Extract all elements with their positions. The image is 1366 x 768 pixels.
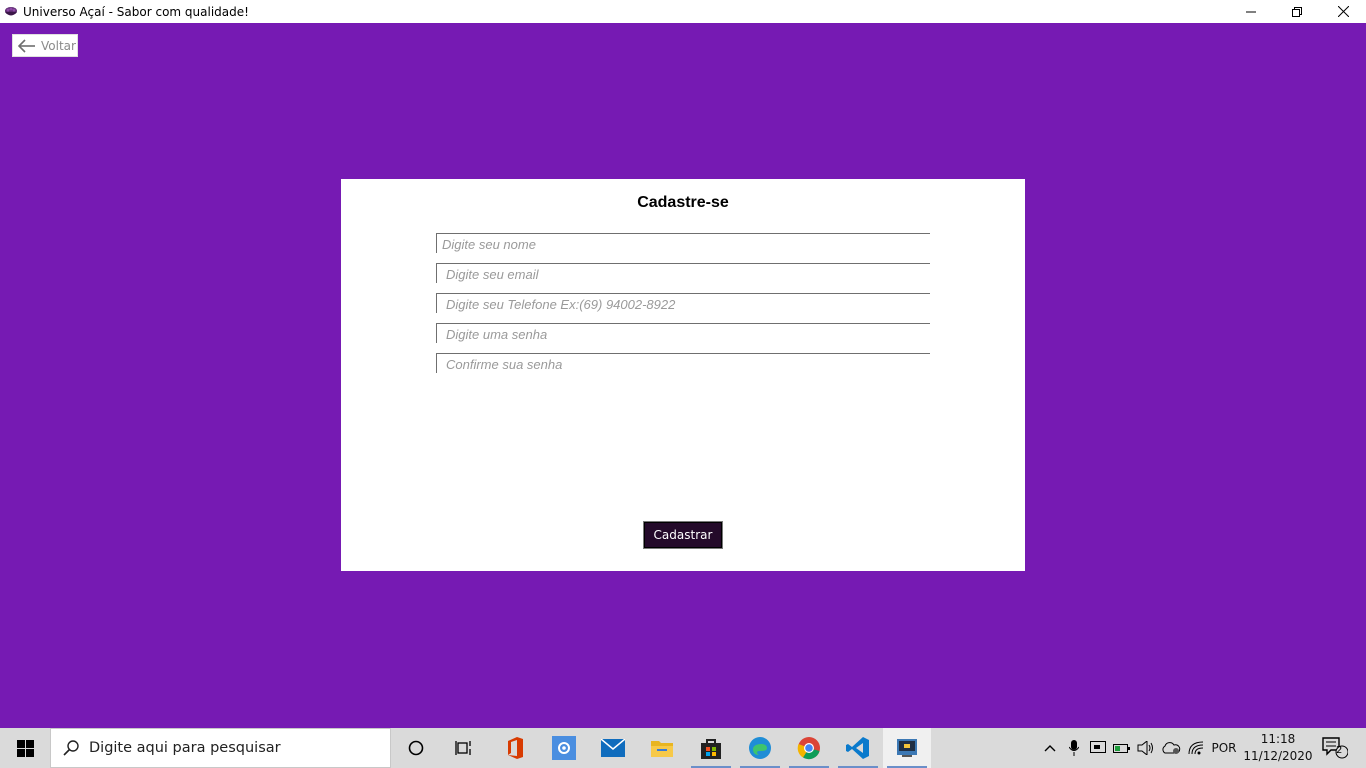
windows-logo-icon — [16, 739, 34, 757]
language-label: POR — [1211, 741, 1237, 755]
window-title: Universo Açaí - Sabor com qualidade! — [23, 4, 249, 19]
name-input[interactable] — [437, 234, 930, 253]
search-placeholder: Digite aqui para pesquisar — [89, 740, 281, 756]
edge-button[interactable] — [736, 728, 784, 768]
start-button[interactable] — [0, 728, 50, 768]
register-button[interactable]: Cadastrar — [643, 521, 723, 549]
office-icon — [508, 737, 523, 759]
action-center-button[interactable]: 2 — [1318, 728, 1352, 768]
wifi-icon — [1188, 741, 1204, 755]
show-hidden-icons-button[interactable] — [1040, 728, 1060, 768]
chevron-up-icon — [1044, 745, 1056, 752]
task-view-button[interactable] — [440, 728, 488, 768]
window-controls — [1228, 0, 1366, 23]
language-indicator[interactable]: POR — [1208, 728, 1240, 768]
cloud-sync-icon — [1162, 742, 1181, 754]
close-button[interactable] — [1320, 0, 1366, 23]
edge-icon — [749, 737, 771, 759]
back-label: Voltar — [41, 38, 76, 53]
settings-app-icon — [552, 736, 576, 760]
signup-title: Cadastre-se — [637, 194, 729, 211]
microphone-icon — [1069, 740, 1079, 756]
window-titlebar: Universo Açaí - Sabor com qualidade! — [0, 0, 1366, 23]
store-button[interactable] — [687, 728, 735, 768]
mail-button[interactable] — [589, 728, 637, 768]
search-icon — [63, 740, 79, 756]
taskbar-search[interactable]: Digite aqui para pesquisar — [50, 728, 391, 768]
password-input[interactable] — [437, 324, 930, 343]
microphone-tray[interactable] — [1064, 728, 1084, 768]
notification-icon — [1322, 737, 1348, 759]
onedrive-tray[interactable] — [1160, 728, 1182, 768]
mail-icon — [601, 739, 625, 757]
close-icon — [1337, 6, 1349, 17]
confirm-password-field-wrap — [436, 353, 930, 373]
volume-icon — [1137, 741, 1153, 755]
device-icon — [1090, 741, 1106, 753]
office-button[interactable] — [491, 728, 539, 768]
volume-tray[interactable] — [1136, 728, 1156, 768]
battery-icon — [1113, 744, 1130, 753]
cortana-button[interactable] — [392, 728, 440, 768]
store-icon — [701, 739, 721, 759]
file-explorer-icon — [651, 741, 673, 757]
email-field-wrap — [436, 263, 930, 283]
settings-app-button[interactable] — [540, 728, 588, 768]
chrome-icon — [797, 737, 820, 760]
back-button[interactable]: Voltar — [12, 34, 78, 57]
restore-icon — [1292, 6, 1302, 17]
minimize-icon — [1246, 11, 1256, 12]
confirm-password-input[interactable] — [437, 354, 930, 373]
phone-field-wrap — [436, 293, 930, 313]
file-explorer-button[interactable] — [638, 728, 686, 768]
email-input[interactable] — [437, 264, 930, 283]
task-view-icon — [455, 741, 471, 755]
acai-bowl-icon — [5, 6, 17, 15]
python-icon — [897, 739, 917, 757]
notification-count: 2 — [1336, 745, 1343, 756]
tray-app-1[interactable] — [1088, 728, 1108, 768]
password-field-wrap — [436, 323, 930, 343]
restore-button[interactable] — [1274, 0, 1320, 23]
signup-card: Cadastre-se Cadastrar — [341, 179, 1025, 571]
vscode-icon — [846, 737, 869, 759]
minimize-button[interactable] — [1228, 0, 1274, 23]
clock-date: 11/12/2020 — [1243, 749, 1313, 763]
network-tray[interactable] — [1186, 728, 1206, 768]
battery-tray[interactable] — [1112, 728, 1132, 768]
vscode-button[interactable] — [834, 728, 882, 768]
phone-input[interactable] — [437, 294, 930, 313]
taskbar: Digite aqui para pesquisar POR 11:18 11/… — [0, 728, 1366, 768]
name-field-wrap — [436, 233, 930, 253]
clock[interactable]: 11:18 11/12/2020 — [1240, 731, 1316, 765]
python-app-button[interactable] — [883, 728, 931, 768]
cortana-icon — [408, 740, 424, 756]
clock-time: 11:18 — [1260, 732, 1296, 746]
chrome-button[interactable] — [785, 728, 833, 768]
arrow-left-icon — [18, 38, 35, 53]
